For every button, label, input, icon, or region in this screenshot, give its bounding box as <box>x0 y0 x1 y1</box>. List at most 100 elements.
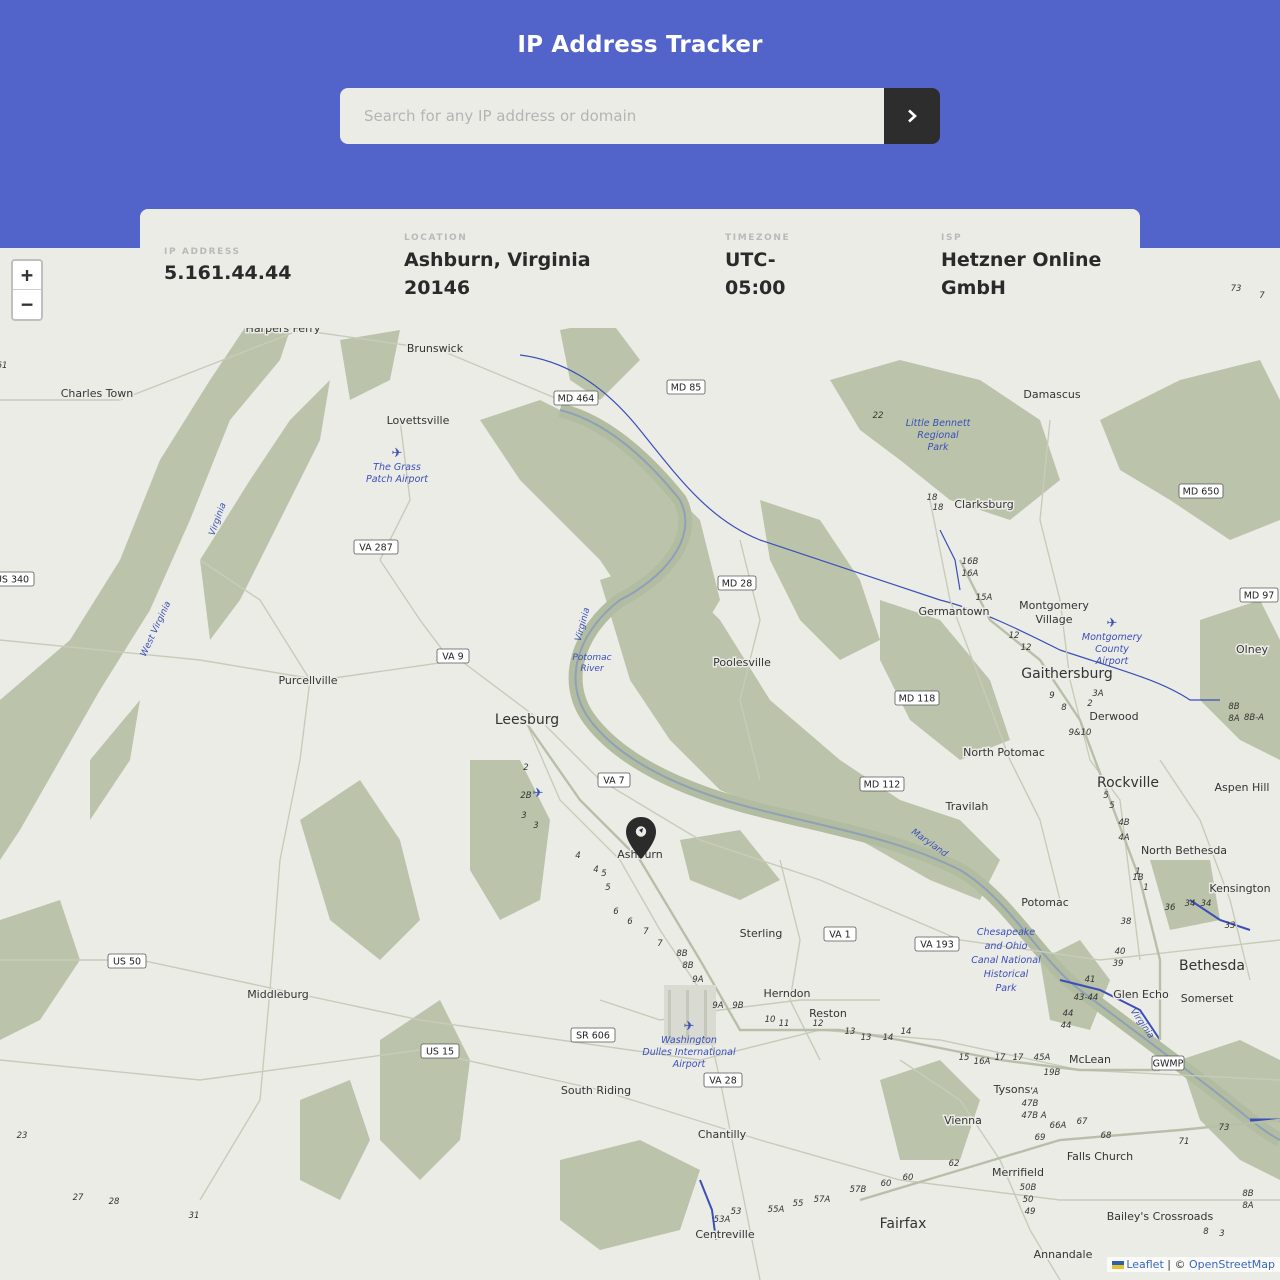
airport-label: Washington <box>661 1035 717 1046</box>
info-card: IP ADDRESS 5.161.44.44 LOCATION Ashburn,… <box>140 209 1140 328</box>
leaflet-link[interactable]: Leaflet <box>1126 1258 1163 1271</box>
route-shield: US 50 <box>107 953 147 969</box>
exit-number: 8B-A <box>1244 713 1264 723</box>
route-shield-label: MD 464 <box>558 394 595 405</box>
exit-number: 16A <box>962 569 979 579</box>
zoom-in-button[interactable]: + <box>13 261 41 290</box>
exit-number: 9 <box>1049 691 1054 701</box>
exit-number: 11 <box>779 1019 790 1029</box>
park-label: and Ohio <box>985 941 1028 952</box>
exit-number: 69 <box>1035 1133 1046 1143</box>
map-place-label: Poolesville <box>713 656 771 669</box>
map-place-label: Travilah <box>945 800 989 813</box>
exit-number: 71 <box>1179 1137 1190 1147</box>
exit-number: 8B <box>676 949 687 959</box>
map-place-label: Potomac <box>1021 896 1069 909</box>
map[interactable]: ✈✈✈✈ MD 464MD 85MD 650VA 287US 340MD 28M… <box>0 248 1280 1280</box>
exit-number: 38 <box>1121 917 1132 927</box>
route-shield: MD 464 <box>553 390 599 406</box>
exit-number: 2B <box>520 791 531 801</box>
water-or-state-label: River <box>580 664 605 674</box>
exit-number: 6 <box>613 907 619 917</box>
route-shield: VA 287 <box>353 539 399 555</box>
exit-number: 61 <box>0 361 7 371</box>
exit-number: 28 <box>109 1197 120 1207</box>
ip-label: IP ADDRESS <box>164 247 241 257</box>
park-label: Canal National <box>971 955 1041 966</box>
exit-number: 53A <box>714 1215 731 1225</box>
airport-label: Airport <box>1095 656 1130 667</box>
route-shield: VA 28 <box>703 1072 743 1088</box>
exit-number: 34 <box>1185 899 1196 909</box>
route-shield-label: MD 97 <box>1244 591 1275 602</box>
exit-number: 7 <box>1259 291 1265 301</box>
exit-number: 73 <box>1219 1123 1230 1133</box>
exit-number: 3A <box>1092 689 1103 699</box>
exit-number: 57A <box>814 1195 831 1205</box>
exit-number: 53 <box>731 1207 742 1217</box>
route-shield: MD 28 <box>717 575 757 591</box>
airplane-icon: ✈ <box>533 786 544 801</box>
exit-number: 55 <box>793 1199 804 1209</box>
route-shield: MD 112 <box>859 776 905 792</box>
map-place-label: Damascus <box>1023 388 1080 401</box>
exit-number: 15 <box>959 1053 970 1063</box>
exit-number: 45A <box>1034 1053 1051 1063</box>
chevron-right-icon <box>908 109 917 123</box>
exit-number: 67 <box>1077 1117 1088 1127</box>
exit-number: 8A <box>1242 1201 1253 1211</box>
exit-number: 8B <box>1242 1189 1253 1199</box>
route-shield: GWMP <box>1151 1055 1185 1071</box>
route-shield-label: VA 28 <box>709 1076 737 1087</box>
exit-number: 3 <box>1219 1229 1224 1239</box>
park-label: Chesapeake <box>977 927 1035 938</box>
location-pin-icon[interactable] <box>624 816 658 860</box>
airport-label: Montgomery <box>1082 632 1143 643</box>
isp-block: ISP Hetzner Online GmbH <box>941 233 1101 302</box>
exit-number: 6 <box>627 917 633 927</box>
park-label: Little Bennett <box>906 418 972 429</box>
park-label: Park <box>996 983 1017 994</box>
airport-label: Dulles International <box>642 1047 736 1058</box>
route-shield-label: VA 9 <box>442 652 463 663</box>
exit-number: 23 <box>17 1131 28 1141</box>
exit-number: 47B A <box>1021 1111 1046 1121</box>
exit-number: 36 <box>1165 903 1176 913</box>
zoom-out-button[interactable]: − <box>13 290 41 319</box>
exit-number: 5 <box>1109 801 1114 811</box>
route-shield: MD 85 <box>666 379 706 395</box>
map-place-label: Derwood <box>1089 710 1138 723</box>
route-shield-label: US 340 <box>0 575 29 586</box>
timezone-value: UTC- 05:00 <box>725 246 790 302</box>
exit-number: 27 <box>73 1193 84 1203</box>
exit-number: 9&10 <box>1069 728 1092 738</box>
exit-number: 17 <box>995 1053 1006 1063</box>
map-tiles[interactable]: ✈✈✈✈ MD 464MD 85MD 650VA 287US 340MD 28M… <box>0 248 1280 1280</box>
route-shield: VA 7 <box>597 772 631 788</box>
exit-number: 14 <box>883 1033 894 1043</box>
airport-label: Airport <box>672 1059 707 1070</box>
route-shield-label: US 50 <box>113 957 141 968</box>
airplane-icon: ✈ <box>1107 616 1118 631</box>
isp-line-1: Hetzner Online <box>941 249 1102 271</box>
submit-button[interactable] <box>884 88 940 144</box>
park-label: Regional <box>917 430 959 441</box>
search-input[interactable] <box>340 88 884 144</box>
openstreetmap-link[interactable]: OpenStreetMap <box>1189 1258 1275 1271</box>
exit-number: 12 <box>1009 631 1020 641</box>
map-place-label: Village <box>1036 613 1073 626</box>
exit-number: 66A <box>1050 1121 1067 1131</box>
exit-number: 73 <box>1231 284 1242 294</box>
map-place-label: Reston <box>809 1007 847 1020</box>
map-place-label: Herndon <box>763 987 810 1000</box>
map-place-label: Leesburg <box>495 712 559 728</box>
route-shield-label: MD 28 <box>722 579 753 590</box>
route-shield: VA 193 <box>914 936 960 952</box>
exit-number: 40 <box>1115 947 1126 957</box>
route-shield-label: MD 85 <box>671 383 702 394</box>
map-place-label: Sterling <box>740 927 783 940</box>
exit-number: 8 <box>1203 1227 1209 1237</box>
exit-number: 15A <box>976 593 993 603</box>
exit-number: 22 <box>873 411 884 421</box>
route-shield-label: VA 7 <box>603 776 624 787</box>
